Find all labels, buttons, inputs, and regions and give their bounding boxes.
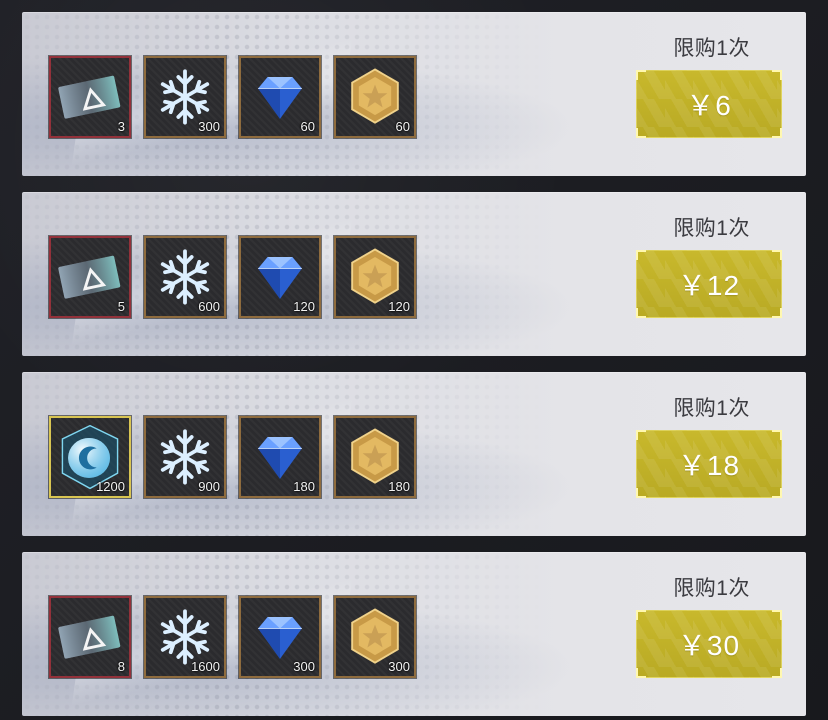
pack-item[interactable]: 8	[49, 596, 131, 678]
item-quantity: 300	[388, 659, 410, 674]
item-quantity: 300	[293, 659, 315, 674]
item-quantity: 120	[293, 299, 315, 314]
pack-items: 3 300 60 60	[49, 56, 416, 138]
pack-item[interactable]: 1600	[144, 596, 226, 678]
purchase-limit-label: 限购1次	[673, 37, 750, 60]
pack-row: 1200 900 180 180 限购1次 ￥18	[22, 372, 806, 536]
pack-item[interactable]: 600	[144, 236, 226, 318]
item-quantity: 900	[198, 479, 220, 494]
pack-item[interactable]: 5	[49, 236, 131, 318]
buy-button[interactable]: ￥30	[636, 610, 782, 678]
item-quantity: 8	[117, 659, 125, 674]
pack-item[interactable]: 300	[334, 596, 416, 678]
item-quantity: 180	[293, 479, 315, 494]
item-quantity: 180	[388, 479, 410, 494]
buy-button[interactable]: ￥18	[636, 430, 782, 498]
pack-item[interactable]: 60	[334, 56, 416, 138]
item-quantity: 120	[388, 299, 410, 314]
pack-row: 8 1600 300 300 限购1次 ￥30	[22, 552, 806, 716]
item-quantity: 300	[198, 119, 220, 134]
item-quantity: 1600	[191, 659, 220, 674]
pack-row: 3 300 60 60 限购1次 ￥6	[22, 12, 806, 176]
item-quantity: 60	[300, 119, 315, 134]
pack-item[interactable]: 300	[239, 596, 321, 678]
purchase-limit-label: 限购1次	[673, 217, 750, 240]
buy-button[interactable]: ￥6	[636, 70, 782, 138]
pack-item[interactable]: 60	[239, 56, 321, 138]
price-label: ￥30	[677, 630, 741, 661]
item-quantity: 1200	[96, 479, 125, 494]
price-label: ￥6	[686, 90, 732, 121]
buy-button[interactable]: ￥12	[636, 250, 782, 318]
purchase-limit-label: 限购1次	[673, 397, 750, 420]
pack-item[interactable]: 120	[239, 236, 321, 318]
pack-list: 3 300 60 60 限购1次 ￥6 5 600 120 120 限购1次 ￥…	[22, 12, 806, 716]
pack-item[interactable]: 1200	[49, 416, 131, 498]
pack-item[interactable]: 180	[239, 416, 321, 498]
price-label: ￥18	[677, 450, 741, 481]
item-quantity: 5	[117, 299, 125, 314]
item-quantity: 3	[117, 119, 125, 134]
item-quantity: 600	[198, 299, 220, 314]
pack-items: 5 600 120 120	[49, 236, 416, 318]
pack-item[interactable]: 900	[144, 416, 226, 498]
pack-item[interactable]: 180	[334, 416, 416, 498]
pack-item[interactable]: 120	[334, 236, 416, 318]
price-label: ￥12	[677, 270, 741, 301]
purchase-limit-label: 限购1次	[673, 577, 750, 600]
pack-row: 5 600 120 120 限购1次 ￥12	[22, 192, 806, 356]
pack-items: 1200 900 180 180	[49, 416, 416, 498]
pack-item[interactable]: 3	[49, 56, 131, 138]
pack-item[interactable]: 300	[144, 56, 226, 138]
item-quantity: 60	[395, 119, 410, 134]
pack-items: 8 1600 300 300	[49, 596, 416, 678]
